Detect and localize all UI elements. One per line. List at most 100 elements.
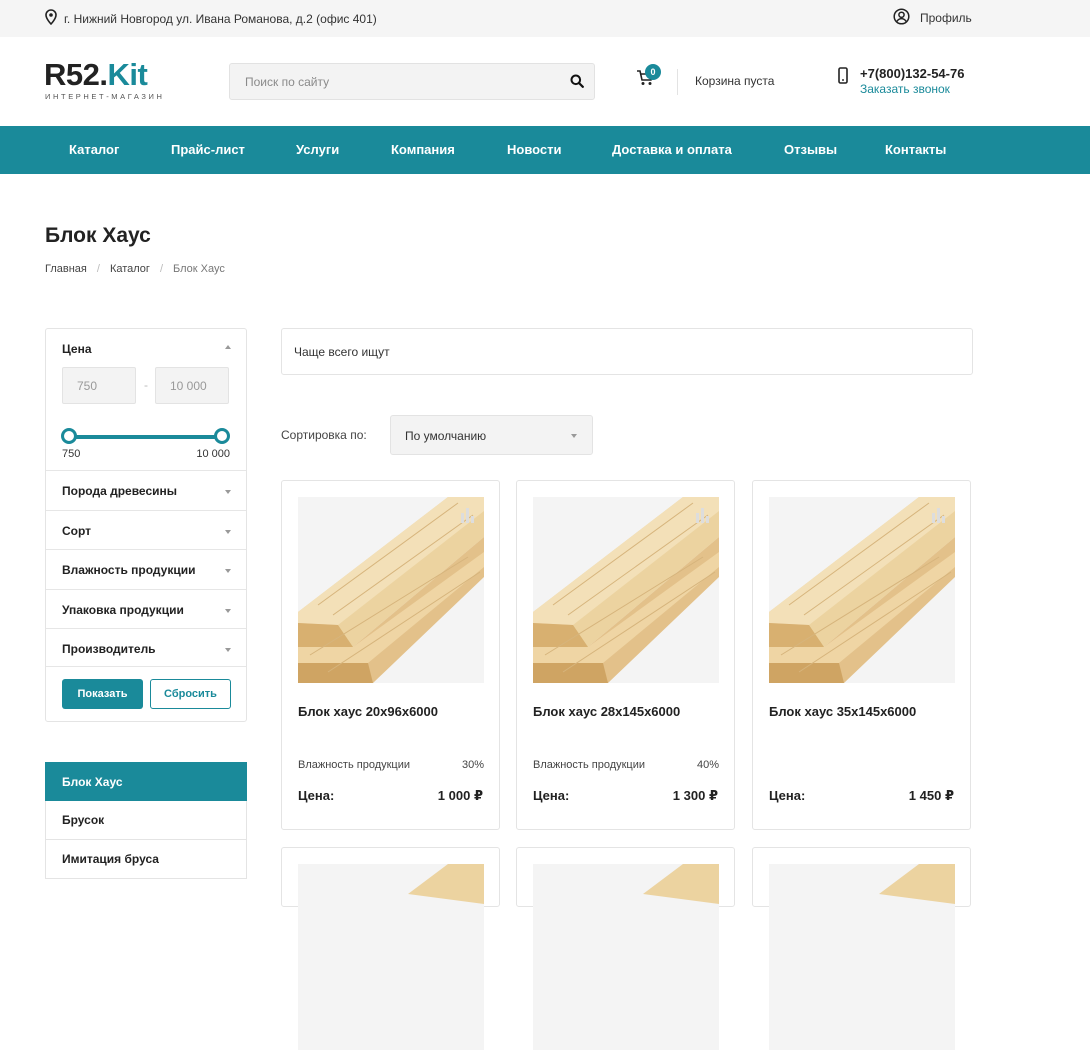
- wood-panel-image: [879, 864, 955, 904]
- search-input[interactable]: Поиск по сайту: [229, 63, 595, 100]
- nav-item-news[interactable]: Новости: [507, 142, 562, 157]
- address-text: г. Нижний Новгород ул. Ивана Романова, д…: [64, 11, 377, 26]
- nav-item-services[interactable]: Услуги: [296, 142, 339, 157]
- filter-group-manufacturer[interactable]: Производитель: [46, 628, 246, 668]
- product-name[interactable]: Блок хаус 35х145х6000: [769, 704, 916, 719]
- profile-link[interactable]: Профиль: [893, 8, 972, 28]
- chevron-down-icon: [571, 434, 577, 438]
- product-image[interactable]: [769, 864, 955, 1050]
- breadcrumb-catalog[interactable]: Каталог: [110, 263, 150, 275]
- category-item-imitation[interactable]: Имитация бруса: [45, 840, 247, 879]
- breadcrumb-home[interactable]: Главная: [45, 263, 87, 275]
- reset-button[interactable]: Сбросить: [150, 679, 231, 709]
- chevron-up-icon[interactable]: [225, 345, 231, 349]
- breadcrumb-separator: /: [96, 263, 100, 275]
- divider: [677, 69, 678, 95]
- product-image[interactable]: [533, 864, 719, 1050]
- filter-group-packaging[interactable]: Упаковка продукции: [46, 589, 246, 629]
- product-card[interactable]: [516, 847, 735, 1050]
- cart-status[interactable]: Корзина пуста: [695, 74, 774, 88]
- category-item-block-house[interactable]: Блок Хаус: [45, 762, 247, 801]
- compare-icon[interactable]: [695, 507, 711, 526]
- price-value: 1 300 ₽: [672, 788, 718, 803]
- chevron-down-icon: [225, 609, 231, 613]
- sort-value: По умолчанию: [405, 429, 487, 443]
- product-name[interactable]: Блок хаус 28х145х6000: [533, 704, 680, 719]
- filter-group-humidity[interactable]: Влажность продукции: [46, 549, 246, 589]
- nav-item-reviews[interactable]: Отзывы: [784, 142, 837, 157]
- chevron-down-icon: [225, 490, 231, 494]
- price-max-field[interactable]: 10 000: [155, 367, 229, 404]
- price-slider-max-handle[interactable]: [214, 428, 230, 444]
- product-image[interactable]: [298, 497, 484, 683]
- product-card[interactable]: [752, 847, 971, 1050]
- search-icon[interactable]: [570, 74, 584, 91]
- cart-button[interactable]: 0: [636, 64, 661, 89]
- price-range-min-label: 750: [62, 448, 81, 460]
- filter-group-label: Влажность продукции: [62, 563, 196, 577]
- callback-link[interactable]: Заказать звонок: [860, 82, 950, 96]
- often-searched-box[interactable]: Чаще всего ищут: [281, 328, 973, 375]
- show-button[interactable]: Показать: [62, 679, 143, 709]
- chevron-down-icon: [225, 530, 231, 534]
- profile-icon: [893, 8, 910, 28]
- breadcrumb-current: Блок Хаус: [173, 263, 225, 275]
- product-card[interactable]: [281, 847, 500, 1050]
- property-label: Влажность продукции: [298, 759, 411, 771]
- filter-group-wood-species[interactable]: Порода древесины: [46, 470, 246, 510]
- logo-main: R52.: [44, 57, 108, 92]
- product-image[interactable]: [533, 497, 719, 683]
- wood-panel-image: [408, 864, 484, 904]
- header: R52.Kit ИНТЕРНЕТ-МАГАЗИН Поиск по сайту …: [0, 37, 1090, 126]
- wood-panel-image: [643, 864, 719, 904]
- product-image[interactable]: [298, 864, 484, 1050]
- product-property: Влажность продукции 40%: [533, 759, 719, 771]
- phone-number[interactable]: +7(800)132-54-76: [860, 66, 964, 81]
- wood-panel-image: [298, 497, 484, 683]
- product-card[interactable]: Блок хаус 28х145х6000 Влажность продукци…: [516, 480, 735, 830]
- phone-icon: [838, 67, 848, 87]
- sort-select[interactable]: По умолчанию: [390, 415, 593, 455]
- price-min-field[interactable]: 750: [62, 367, 136, 404]
- filter-price-title[interactable]: Цена: [62, 342, 92, 356]
- price-slider-track[interactable]: [68, 435, 223, 439]
- chevron-down-icon: [225, 569, 231, 573]
- product-card[interactable]: Блок хаус 20х96х6000 Влажность продукции…: [281, 480, 500, 830]
- price-label: Цена:: [769, 788, 806, 803]
- nav-item-delivery[interactable]: Доставка и оплата: [612, 142, 732, 157]
- address: г. Нижний Новгород ул. Ивана Романова, д…: [45, 9, 377, 28]
- product-property: Влажность продукции 30%: [298, 759, 484, 771]
- top-bar: г. Нижний Новгород ул. Ивана Романова, д…: [0, 0, 1090, 37]
- filter-group-label: Упаковка продукции: [62, 603, 184, 617]
- breadcrumb-separator: /: [159, 263, 163, 275]
- filter-panel: Цена 750 - 10 000 750 10 000 Порода древ…: [45, 328, 247, 722]
- filter-group-label: Порода древесины: [62, 484, 177, 498]
- main-nav: Каталог Прайс-лист Услуги Компания Новос…: [0, 126, 1090, 174]
- page-title: Блок Хаус: [45, 224, 151, 247]
- property-value: 30%: [461, 759, 484, 771]
- logo[interactable]: R52.Kit ИНТЕРНЕТ-МАГАЗИН: [44, 57, 165, 102]
- wood-panel-image: [769, 497, 955, 683]
- divider: [46, 666, 246, 667]
- logo-accent: Kit: [107, 57, 148, 92]
- filter-group-grade[interactable]: Сорт: [46, 510, 246, 550]
- compare-icon[interactable]: [460, 507, 476, 526]
- price-value: 1 450 ₽: [908, 788, 954, 803]
- nav-item-price-list[interactable]: Прайс-лист: [171, 142, 245, 157]
- price-label: Цена:: [298, 788, 335, 803]
- price-label: Цена:: [533, 788, 570, 803]
- product-name[interactable]: Блок хаус 20х96х6000: [298, 704, 438, 719]
- price-slider-min-handle[interactable]: [61, 428, 77, 444]
- nav-item-catalog[interactable]: Каталог: [69, 142, 119, 157]
- location-icon: [45, 9, 57, 28]
- compare-icon[interactable]: [931, 507, 947, 526]
- category-item-brusok[interactable]: Брусок: [45, 801, 247, 840]
- wood-panel-image: [533, 497, 719, 683]
- product-image[interactable]: [769, 497, 955, 683]
- price-range-max-label: 10 000: [196, 448, 230, 460]
- nav-item-contacts[interactable]: Контакты: [885, 142, 946, 157]
- product-card[interactable]: Блок хаус 35х145х6000 Цена: 1 450 ₽: [752, 480, 971, 830]
- filter-group-label: Сорт: [62, 524, 92, 538]
- price-value: 1 000 ₽: [437, 788, 483, 803]
- nav-item-company[interactable]: Компания: [391, 142, 455, 157]
